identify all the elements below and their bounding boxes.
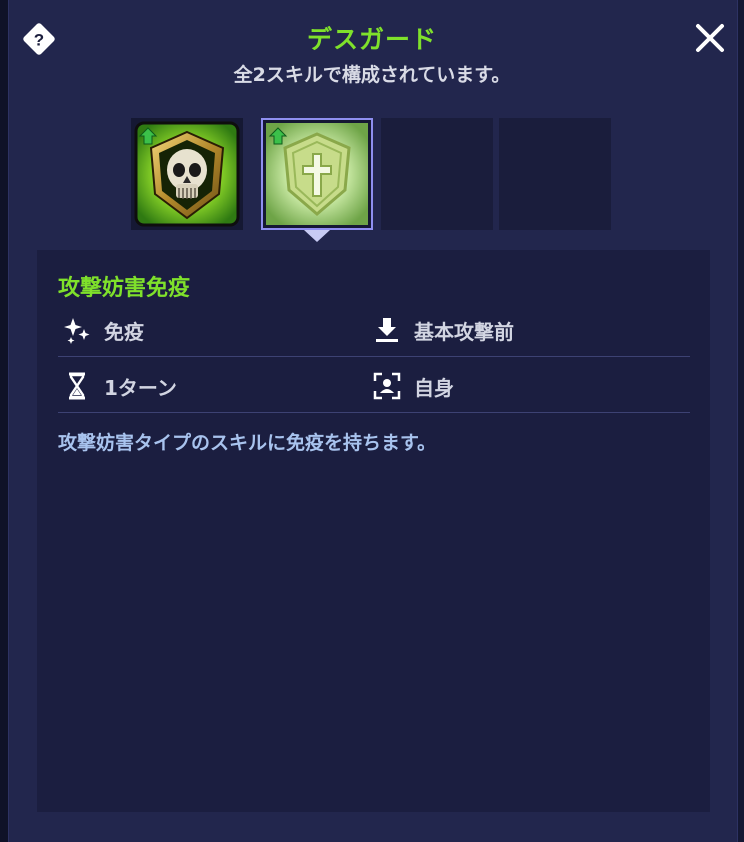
skull-shield-skill-icon	[134, 121, 240, 227]
skill-slot-empty	[381, 118, 493, 230]
dialog-title: デスガード	[306, 25, 437, 54]
skill-slot-cross-shield[interactable]	[261, 118, 373, 230]
attr-effect: 免疫	[62, 315, 144, 345]
hourglass-icon	[62, 371, 92, 401]
self-target-icon	[372, 371, 402, 401]
skill-slot-skull[interactable]	[131, 118, 243, 230]
attr-timing: 基本攻撃前	[372, 315, 514, 345]
skill-description: 攻撃妨害タイプのスキルに免疫を持ちます。	[58, 432, 437, 454]
attr-target-label: 自身	[414, 375, 454, 400]
close-button[interactable]	[692, 20, 728, 56]
divider	[58, 356, 690, 357]
close-x-icon	[696, 24, 724, 52]
attr-duration: 1ターン	[62, 371, 177, 401]
attr-target: 自身	[372, 371, 454, 401]
attr-duration-label: 1ターン	[104, 375, 177, 400]
selection-pointer	[304, 230, 330, 242]
sparkle-icon	[62, 315, 92, 345]
download-arrow-icon	[372, 315, 402, 345]
skill-name: 攻撃妨害免疫	[58, 276, 191, 301]
attr-effect-label: 免疫	[104, 319, 144, 344]
divider	[58, 412, 690, 413]
dialog-subtitle: 全2スキルで構成されています。	[233, 64, 511, 86]
background-strip	[0, 0, 8, 842]
cross-shield-skill-icon	[266, 123, 368, 225]
attr-timing-label: 基本攻撃前	[414, 319, 514, 344]
skill-slot-empty	[499, 118, 611, 230]
